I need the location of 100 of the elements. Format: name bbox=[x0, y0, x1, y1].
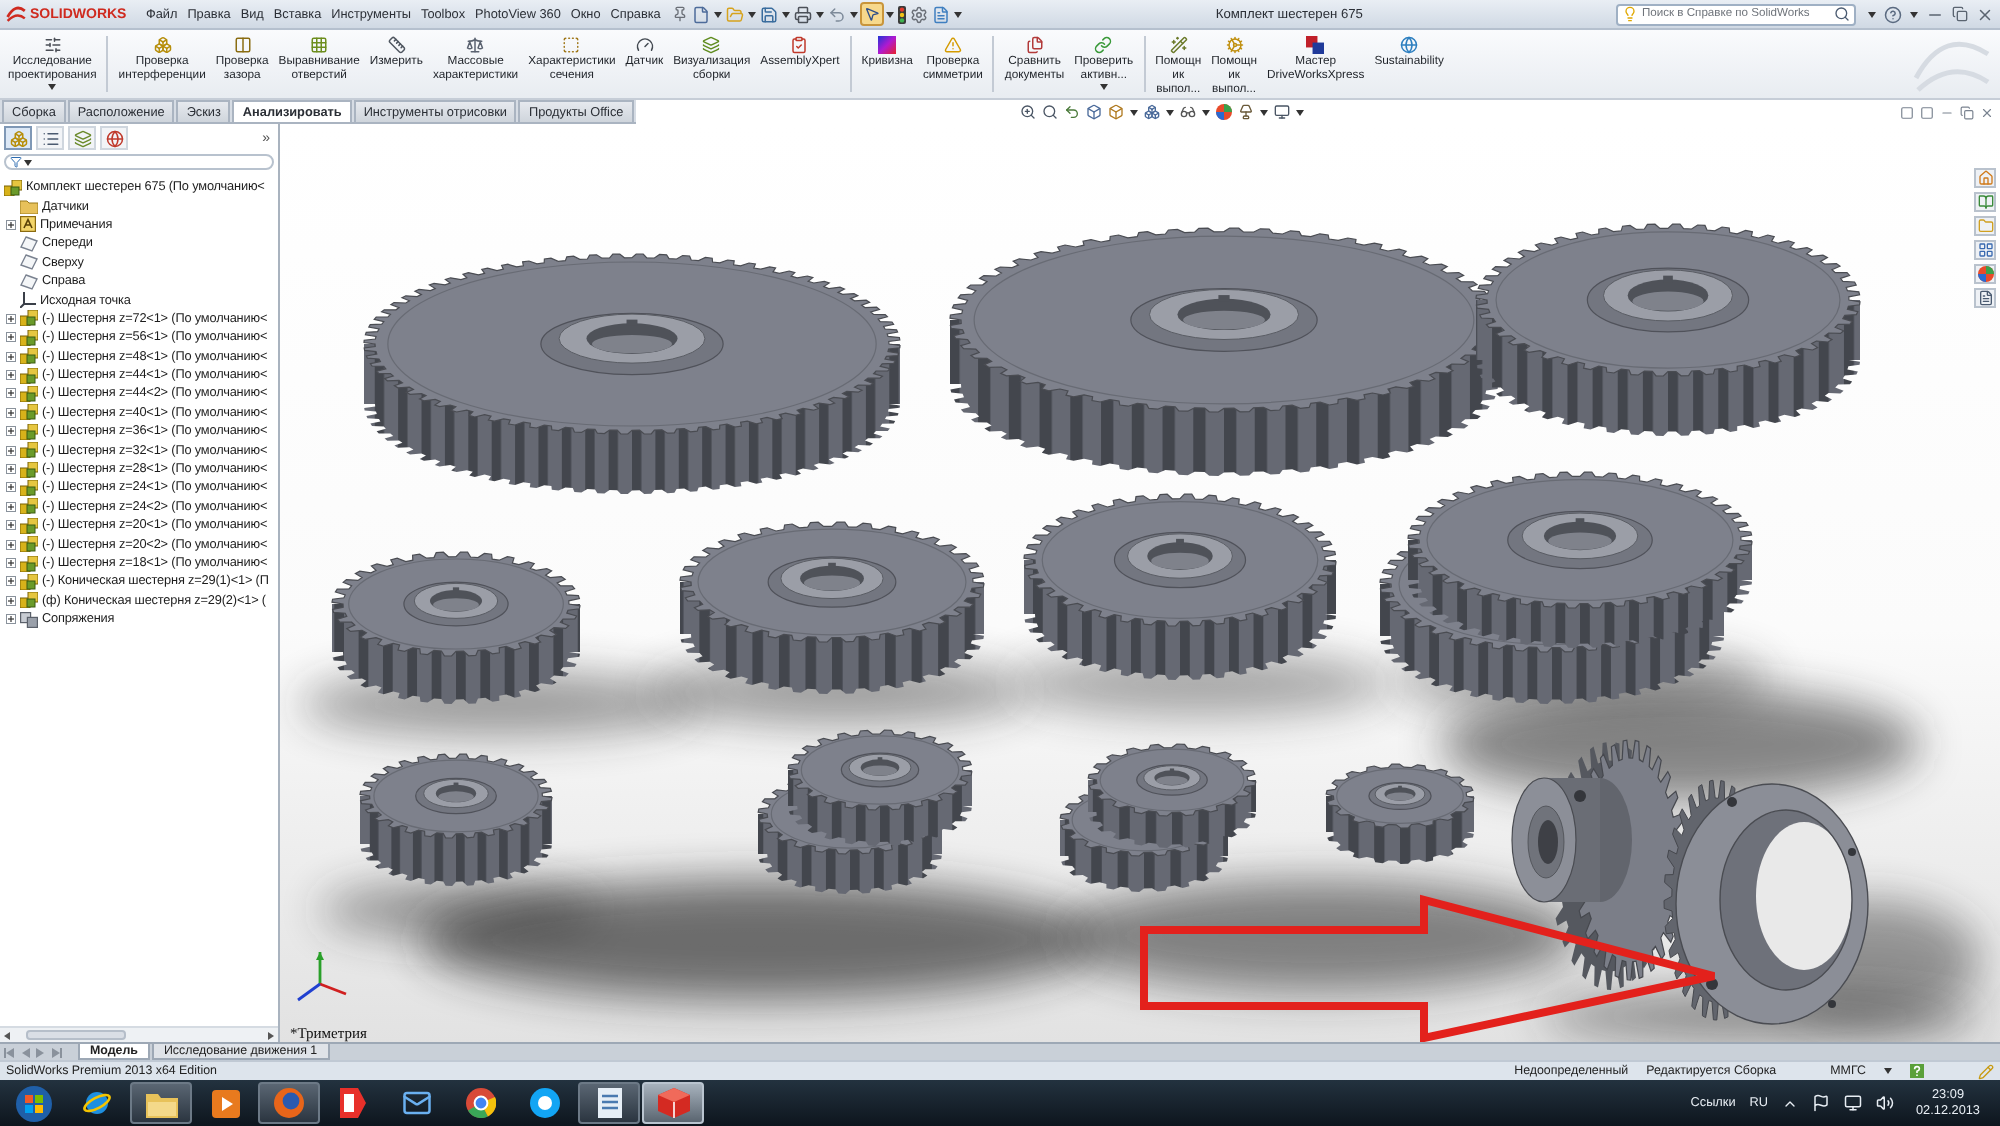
tricolor-ring-icon bbox=[466, 1088, 496, 1118]
magnifier-icon[interactable] bbox=[1041, 104, 1058, 120]
printer-icon[interactable] bbox=[794, 5, 813, 23]
monitor-icon[interactable] bbox=[1273, 104, 1290, 120]
expand-icon[interactable] bbox=[6, 407, 16, 418]
boxes-icon bbox=[20, 573, 38, 590]
traffic-light-icon[interactable] bbox=[898, 5, 907, 23]
caret-icon[interactable] bbox=[748, 11, 757, 17]
file-icon[interactable] bbox=[692, 5, 711, 23]
undo-icon[interactable] bbox=[1063, 104, 1080, 120]
horizontal-scrollbar[interactable] bbox=[0, 1026, 278, 1042]
close-icon[interactable] bbox=[1976, 5, 1994, 23]
task-pane-tab[interactable] bbox=[1974, 264, 1996, 284]
caret-icon[interactable] bbox=[714, 11, 723, 17]
filter-field[interactable] bbox=[4, 154, 274, 170]
restore-icon[interactable] bbox=[1960, 105, 1974, 119]
boxes-icon bbox=[20, 461, 38, 478]
pin-icon[interactable] bbox=[672, 6, 689, 22]
task-pane-tab[interactable] bbox=[1974, 168, 1996, 188]
cube-icon[interactable] bbox=[1085, 104, 1102, 120]
tag-icon bbox=[340, 1088, 366, 1118]
pointer-icon[interactable] bbox=[862, 4, 883, 24]
caret-icon[interactable] bbox=[1868, 11, 1876, 17]
panel-tab[interactable] bbox=[36, 126, 64, 150]
restore-icon[interactable] bbox=[1952, 6, 1968, 22]
help-icon[interactable] bbox=[1884, 5, 1902, 23]
expand-icon[interactable] bbox=[6, 482, 16, 493]
caret-icon[interactable] bbox=[850, 11, 859, 17]
expand-icon[interactable] bbox=[6, 501, 16, 512]
expand-icon[interactable] bbox=[6, 332, 16, 343]
caret-icon[interactable] bbox=[1201, 109, 1210, 115]
caret-icon[interactable] bbox=[782, 11, 791, 17]
boxes-icon bbox=[20, 517, 38, 534]
expand-icon[interactable] bbox=[6, 614, 16, 625]
caret-icon[interactable] bbox=[1910, 11, 1918, 17]
expand-icon[interactable] bbox=[6, 388, 16, 399]
expand-icon[interactable] bbox=[6, 558, 16, 568]
boxes-icon bbox=[4, 179, 22, 196]
boxes-icon bbox=[20, 404, 38, 421]
taskbar-button[interactable] bbox=[578, 1082, 640, 1124]
boxes-icon bbox=[20, 385, 38, 402]
close-icon[interactable] bbox=[1980, 105, 1994, 119]
expand-icon[interactable] bbox=[6, 595, 16, 606]
lamp-icon[interactable] bbox=[1237, 104, 1254, 120]
caret-icon[interactable] bbox=[1884, 1068, 1892, 1074]
expand-icon[interactable] bbox=[6, 370, 16, 381]
arrow-right-icon[interactable] bbox=[268, 1031, 274, 1039]
caret-icon[interactable] bbox=[1259, 109, 1268, 115]
color-ball-icon bbox=[1977, 266, 1993, 282]
boxes-icon bbox=[20, 310, 38, 327]
save-icon[interactable] bbox=[760, 5, 779, 23]
panel-tab[interactable] bbox=[100, 126, 128, 150]
task-pane-tab[interactable] bbox=[1974, 288, 1996, 308]
expand-icon[interactable] bbox=[6, 445, 16, 456]
axes-icon bbox=[297, 952, 347, 1002]
caret-icon[interactable] bbox=[1129, 109, 1138, 115]
note-icon bbox=[20, 216, 36, 233]
expand-icon[interactable] bbox=[6, 313, 16, 324]
book-icon bbox=[1977, 194, 1993, 210]
caret-icon[interactable] bbox=[1295, 109, 1304, 115]
task-pane-tab[interactable] bbox=[1974, 192, 1996, 212]
expand-icon[interactable] bbox=[6, 539, 16, 550]
folder-icon bbox=[1977, 218, 1993, 234]
expand-icon[interactable] bbox=[6, 351, 16, 362]
expand-icon[interactable] bbox=[6, 219, 16, 230]
zoom-in-icon[interactable] bbox=[1019, 104, 1036, 120]
boxes-icon bbox=[20, 536, 38, 553]
boxes-icon bbox=[20, 442, 38, 459]
speaker-icon[interactable] bbox=[1876, 1094, 1894, 1112]
boxes-icon bbox=[20, 592, 38, 609]
color-ball-icon[interactable] bbox=[1215, 104, 1232, 120]
panel-tab[interactable] bbox=[68, 126, 96, 150]
glasses-icon[interactable] bbox=[1179, 104, 1196, 120]
document-icon bbox=[597, 1088, 621, 1118]
expand-icon[interactable] bbox=[6, 520, 16, 531]
arrow-left-icon[interactable] bbox=[4, 1031, 10, 1039]
caret-icon[interactable] bbox=[816, 11, 825, 17]
caret-icon[interactable] bbox=[954, 11, 963, 17]
squares-icon bbox=[20, 611, 38, 628]
scale-icon bbox=[466, 36, 485, 54]
search-icon[interactable] bbox=[1834, 6, 1850, 22]
layers-icon bbox=[702, 36, 721, 54]
logo-icon bbox=[6, 6, 26, 22]
task-pane-tab[interactable] bbox=[1974, 240, 1996, 260]
caret-icon[interactable] bbox=[1165, 109, 1174, 115]
settings-icon[interactable] bbox=[910, 5, 929, 23]
caret-icon[interactable] bbox=[886, 11, 895, 17]
axes-icon bbox=[20, 292, 36, 309]
expand-icon[interactable] bbox=[6, 576, 16, 587]
globe-icon bbox=[274, 1088, 304, 1118]
flag-icon[interactable] bbox=[1812, 1094, 1830, 1112]
taskbar-button[interactable] bbox=[130, 1082, 192, 1124]
cube-icon[interactable] bbox=[1107, 104, 1124, 120]
expand-icon[interactable] bbox=[6, 464, 16, 475]
expand-icon[interactable] bbox=[6, 426, 16, 437]
scrollbar-thumb[interactable] bbox=[26, 1030, 126, 1040]
monitor-icon[interactable] bbox=[1844, 1094, 1862, 1112]
caret-icon bbox=[48, 84, 57, 91]
boxes-icon[interactable] bbox=[1143, 104, 1160, 120]
squares-icon bbox=[1306, 36, 1325, 54]
